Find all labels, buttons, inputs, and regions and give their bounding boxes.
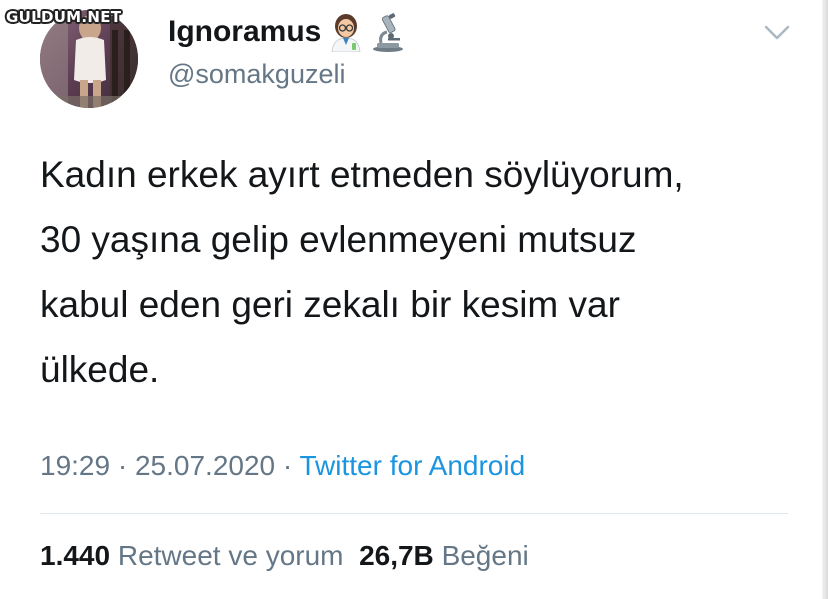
- user-handle[interactable]: @somakguzeli: [168, 58, 345, 90]
- meta-separator: ·: [110, 450, 135, 481]
- display-name[interactable]: Ignoramus: [168, 14, 321, 50]
- tweet-date[interactable]: 25.07.2020: [135, 450, 275, 481]
- divider: [40, 513, 788, 514]
- retweets-label: Retweet ve yorum: [117, 540, 344, 571]
- screen-edge: [822, 0, 828, 599]
- tweet-source-link[interactable]: Twitter for Android: [300, 450, 526, 481]
- likes-count: 26,7B: [359, 540, 434, 571]
- retweets-count: 1.440: [40, 540, 111, 571]
- woman-scientist-icon: [331, 14, 361, 52]
- tweet-stats: 1.440 Retweet ve yorum 26,7B Beğeni: [40, 538, 529, 574]
- tweet-text-line: ülkede.: [40, 349, 160, 390]
- tweet-card: GULDUM.NET Ignoramus @somakguzeli Kadın …: [0, 0, 828, 599]
- tweet-time[interactable]: 19:29: [40, 450, 110, 481]
- retweets-stat[interactable]: 1.440 Retweet ve yorum: [40, 540, 344, 571]
- tweet-metadata: 19:29 · 25.07.2020 · Twitter for Android: [40, 448, 525, 484]
- tweet-text-line: kabul eden geri zekalı bir kesim var: [40, 284, 620, 325]
- chevron-down-icon[interactable]: [762, 22, 792, 44]
- watermark: GULDUM.NET: [6, 8, 122, 26]
- tweet-text-line: 30 yaşına gelip evlenmeyeni mutsuz: [40, 219, 637, 260]
- likes-stat[interactable]: 26,7B Beğeni: [359, 540, 529, 571]
- microscope-icon: [373, 13, 403, 52]
- tweet-text-line: Kadın erkek ayırt etmeden söylüyorum,: [40, 154, 684, 195]
- tweet-text: Kadın erkek ayırt etmeden söylüyorum, 30…: [40, 142, 810, 402]
- meta-separator: ·: [275, 450, 300, 481]
- likes-label: Beğeni: [441, 540, 529, 571]
